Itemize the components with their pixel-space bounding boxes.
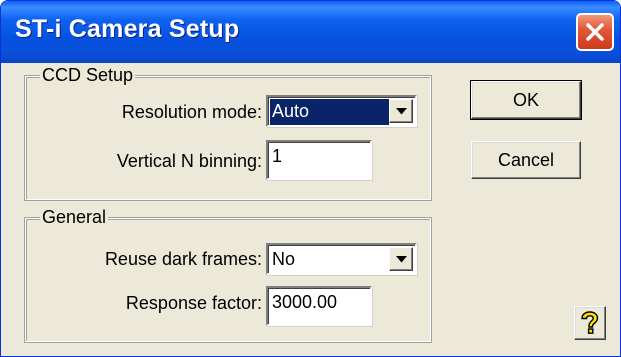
reuse-dark-frames-label: Reuse dark frames:: [104, 249, 262, 269]
chevron-down-icon: [396, 256, 407, 263]
dialog-window: ST-i Camera Setup CCD Setup Resolution m…: [0, 0, 621, 357]
general-group: General Reuse dark frames: No Response f…: [24, 207, 432, 343]
cancel-button[interactable]: Cancel: [471, 141, 581, 179]
resolution-mode-dropdown-button[interactable]: [389, 99, 413, 123]
chevron-down-icon: [396, 108, 407, 115]
reuse-dark-frames-dropdown[interactable]: No: [266, 243, 417, 275]
cancel-button-label: Cancel: [497, 150, 555, 170]
response-factor-label: Response factor:: [125, 293, 262, 313]
vertical-binning-value: 1: [272, 146, 283, 166]
response-factor-value: 3000.00: [272, 292, 338, 312]
close-icon: [586, 23, 604, 41]
general-group-label: General: [40, 207, 109, 228]
close-button[interactable]: [576, 13, 614, 51]
vertical-binning-input[interactable]: 1: [266, 140, 372, 180]
reuse-dark-frames-dropdown-button[interactable]: [389, 247, 413, 271]
help-icon: [581, 311, 599, 334]
window-title: ST-i Camera Setup: [15, 15, 240, 43]
ok-button-label: OK: [512, 90, 539, 110]
resolution-mode-label: Resolution mode:: [121, 102, 262, 122]
title-bar[interactable]: ST-i Camera Setup: [1, 1, 620, 63]
reuse-dark-frames-value: No: [272, 249, 296, 269]
ok-button[interactable]: OK: [470, 80, 582, 120]
resolution-mode-value: Auto: [270, 99, 389, 125]
ccd-setup-group: CCD Setup Resolution mode: Auto Vertical…: [24, 65, 432, 201]
dialog-body: CCD Setup Resolution mode: Auto Vertical…: [1, 63, 620, 356]
resolution-mode-dropdown[interactable]: Auto: [266, 95, 417, 127]
response-factor-input[interactable]: 3000.00: [266, 286, 372, 326]
help-button[interactable]: [574, 306, 606, 340]
vertical-binning-label: Vertical N binning:: [116, 151, 262, 171]
ccd-setup-group-label: CCD Setup: [40, 65, 136, 86]
